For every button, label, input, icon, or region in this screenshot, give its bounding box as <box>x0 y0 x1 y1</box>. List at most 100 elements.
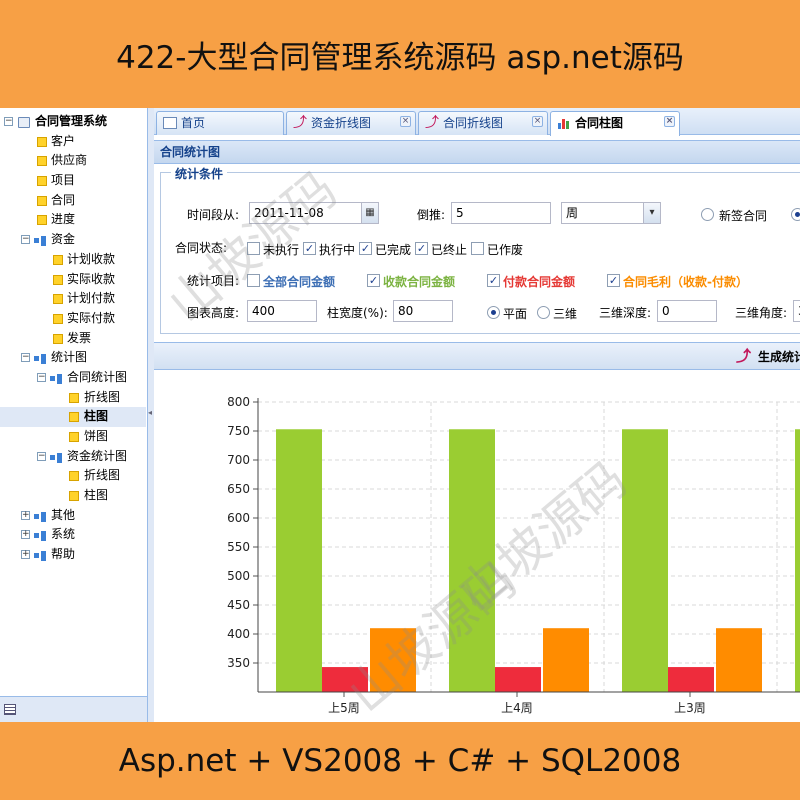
sidebar-group-funds[interactable]: − 资金 <box>0 230 146 250</box>
sidebar-item-invoice[interactable]: 发票 <box>0 329 146 349</box>
list-icon[interactable] <box>4 704 16 715</box>
close-icon[interactable]: × <box>664 116 675 127</box>
collapse-icon[interactable]: − <box>4 117 13 126</box>
leaf-icon <box>53 294 63 305</box>
items-label: 统计项目: <box>187 274 240 288</box>
height-label: 图表高度: <box>187 306 240 320</box>
sidebar-item-contract[interactable]: 合同 <box>0 191 146 211</box>
depth-field[interactable]: 0 <box>657 300 717 322</box>
sidebar-item-customer[interactable]: 客户 <box>0 132 146 152</box>
status-checkbox-3[interactable]: ✓ <box>415 242 428 255</box>
sidebar-tree: − 合同管理系统 客户 供应商 项目 合同 进度 − 资金 计划收款 实际收款 … <box>0 108 148 722</box>
app-window: − 合同管理系统 客户 供应商 项目 合同 进度 − 资金 计划收款 实际收款 … <box>0 108 800 722</box>
y-tick-label: 400 <box>227 627 250 641</box>
date-label: 时间段从: <box>187 208 240 222</box>
sidebar-group-stats[interactable]: − 统计图 <box>0 348 146 368</box>
status-option-label: 未执行 <box>263 243 300 257</box>
leaf-icon <box>37 176 47 187</box>
close-icon[interactable]: × <box>400 116 411 127</box>
tab-funds-line[interactable]: 资金折线图 × <box>286 111 416 135</box>
expand-icon[interactable]: + <box>21 530 30 540</box>
sidebar-group-system[interactable]: + 系统 <box>0 525 146 545</box>
radio-3d[interactable] <box>537 306 550 319</box>
main-panel: 首页 资金折线图 × 合同折线图 × 合同柱图 × 合同统计图 统计 <box>154 108 800 722</box>
status-checkbox-2[interactable]: ✓ <box>359 242 372 255</box>
tab-contract-line[interactable]: 合同折线图 × <box>418 111 548 135</box>
leaf-icon <box>69 471 79 482</box>
status-option-label: 执行中 <box>319 243 356 257</box>
calendar-icon[interactable]: ▦ <box>361 203 378 223</box>
panel-title: 合同统计图 <box>154 140 800 164</box>
item-profit-label: 合同毛利（收款-付款） <box>623 275 748 289</box>
y-tick-label: 550 <box>227 540 250 554</box>
collapse-icon[interactable]: − <box>37 451 46 461</box>
item-checkbox-total[interactable] <box>247 274 260 287</box>
item-checkbox-receive[interactable]: ✓ <box>367 274 380 287</box>
collapse-icon[interactable]: − <box>37 372 46 382</box>
top-banner: 422-大型合同管理系统源码 asp.net源码 <box>116 39 684 76</box>
sidebar-item-actual-pay[interactable]: 实际付款 <box>0 309 146 329</box>
bar <box>543 628 589 692</box>
radio-other[interactable] <box>791 208 800 221</box>
chart-area: 350 400 450 500 550 600 650 700 750 800 上5周 上4周 上3周 <box>154 370 800 722</box>
group-icon <box>50 373 62 384</box>
sidebar-group-help[interactable]: + 帮助 <box>0 545 146 565</box>
tab-home[interactable]: 首页 <box>156 111 284 135</box>
y-tick-label: 450 <box>227 598 250 612</box>
sidebar-item-plan-pay[interactable]: 计划付款 <box>0 289 146 309</box>
radio-new-contract[interactable] <box>701 208 714 221</box>
sidebar-group-money-stats[interactable]: − 资金统计图 <box>0 447 146 467</box>
status-checkbox-0[interactable] <box>247 242 260 255</box>
date-field[interactable]: 2011-11-08 ▦ <box>249 202 379 224</box>
line-chart-icon <box>425 112 439 134</box>
width-field[interactable]: 80 <box>393 300 453 322</box>
sidebar-item-progress[interactable]: 进度 <box>0 210 146 230</box>
sidebar-group-other[interactable]: + 其他 <box>0 506 146 526</box>
y-tick-label: 350 <box>227 656 250 670</box>
sidebar-item-contract-bar[interactable]: 柱图 <box>0 407 146 427</box>
item-checkbox-profit[interactable]: ✓ <box>607 274 620 287</box>
sidebar-item-project[interactable]: 项目 <box>0 171 146 191</box>
item-pay-label: 付款合同金额 <box>503 275 576 289</box>
sidebar-item-contract-line[interactable]: 折线图 <box>0 388 146 408</box>
sidebar-group-contract-stats[interactable]: − 合同统计图 <box>0 368 146 388</box>
sidebar-item-supplier[interactable]: 供应商 <box>0 151 146 171</box>
tree-root[interactable]: − 合同管理系统 <box>0 112 146 132</box>
leaf-icon <box>37 195 47 206</box>
width-label: 柱宽度(%): <box>327 306 388 320</box>
angle-field[interactable]: 3 <box>793 300 800 322</box>
x-tick-label: 上3周 <box>674 701 706 715</box>
status-checkbox-1[interactable]: ✓ <box>303 242 316 255</box>
leaf-icon <box>53 333 63 344</box>
sidebar-item-money-bar[interactable]: 柱图 <box>0 486 146 506</box>
close-icon[interactable]: × <box>532 116 543 127</box>
bar <box>449 429 495 692</box>
tab-contract-bar[interactable]: 合同柱图 × <box>550 111 680 136</box>
back-field[interactable]: 5 <box>451 202 551 224</box>
sidebar-item-plan-receive[interactable]: 计划收款 <box>0 250 146 270</box>
depth-label: 三维深度: <box>599 306 652 320</box>
sidebar-item-contract-pie[interactable]: 饼图 <box>0 427 146 447</box>
y-tick-label: 600 <box>227 511 250 525</box>
radio-flat[interactable] <box>487 306 500 319</box>
height-field[interactable]: 400 <box>247 300 317 322</box>
item-checkbox-pay[interactable]: ✓ <box>487 274 500 287</box>
system-icon <box>18 117 30 128</box>
x-tick-label: 上5周 <box>328 701 360 715</box>
bar <box>795 429 800 692</box>
chevron-down-icon[interactable]: ▾ <box>643 203 660 223</box>
status-option-label: 已完成 <box>375 243 412 257</box>
x-tick-label: 上4周 <box>501 701 533 715</box>
group-icon <box>34 235 46 246</box>
collapse-icon[interactable]: − <box>21 235 30 245</box>
collapse-arrow-icon[interactable]: ◂ <box>148 408 152 417</box>
expand-icon[interactable]: + <box>21 550 30 560</box>
status-checkbox-4[interactable] <box>471 242 484 255</box>
sidebar-item-money-line[interactable]: 折线图 <box>0 466 146 486</box>
item-receive-label: 收款合同金额 <box>383 275 456 289</box>
expand-icon[interactable]: + <box>21 510 30 520</box>
sidebar-item-actual-receive[interactable]: 实际收款 <box>0 270 146 290</box>
group-icon <box>34 550 46 561</box>
collapse-icon[interactable]: − <box>21 353 30 363</box>
unit-select[interactable]: 周 ▾ <box>561 202 661 224</box>
